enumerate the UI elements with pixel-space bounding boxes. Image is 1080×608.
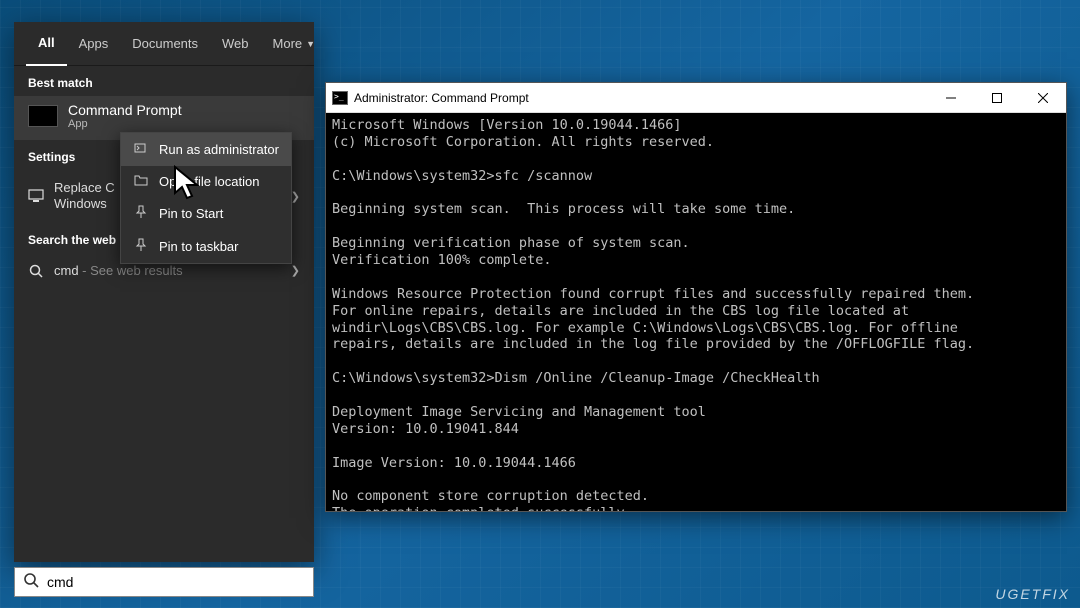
minimize-button[interactable] [928,83,974,113]
best-match-label: Best match [14,66,314,96]
watermark: UGETFIX [995,586,1070,602]
chevron-down-icon: ▼ [306,39,315,49]
best-match-subtitle: App [68,118,182,130]
web-query-text: cmd [54,263,79,278]
command-prompt-icon [332,91,348,105]
maximize-button[interactable] [974,83,1020,113]
tab-documents[interactable]: Documents [120,22,210,66]
search-icon [23,572,39,593]
search-input[interactable] [47,574,305,590]
context-item-label: Pin to Start [159,206,223,221]
command-prompt-window: Administrator: Command Prompt Microsoft … [325,82,1067,512]
command-prompt-icon [28,105,58,127]
cursor-icon [173,165,205,208]
context-pin-taskbar[interactable]: Pin to taskbar [121,230,291,263]
admin-shield-icon [133,141,149,158]
tab-web[interactable]: Web [210,22,261,66]
best-match-title: Command Prompt [68,102,182,118]
folder-icon [133,174,149,189]
search-filter-tabs: All Apps Documents Web More ▼ [14,22,314,66]
search-box[interactable] [14,567,314,597]
close-button[interactable] [1020,83,1066,113]
context-pin-start[interactable]: Pin to Start [121,197,291,230]
search-icon [28,263,44,279]
web-suffix-text: - See web results [79,263,183,278]
tab-more-label: More [273,36,303,51]
start-menu: All Apps Documents Web More ▼ Best match… [14,22,314,562]
chevron-right-icon: ❯ [291,264,300,277]
terminal-output[interactable]: Microsoft Windows [Version 10.0.19044.14… [326,113,1066,511]
context-menu: Run as administrator Open file location … [120,132,292,264]
tab-apps[interactable]: Apps [67,22,121,66]
settings-item-text: Replace CWindows [54,180,115,213]
context-run-as-admin[interactable]: Run as administrator [121,133,291,166]
pin-icon [133,205,149,222]
tab-more[interactable]: More ▼ [261,22,328,66]
pin-icon [133,238,149,255]
window-title: Administrator: Command Prompt [354,91,529,105]
tab-all[interactable]: All [26,22,67,66]
chevron-right-icon: ❯ [291,190,300,203]
context-open-location[interactable]: Open file location [121,166,291,197]
context-item-label: Run as administrator [159,142,279,157]
title-bar[interactable]: Administrator: Command Prompt [326,83,1066,113]
monitor-icon [28,188,44,204]
context-item-label: Pin to taskbar [159,239,239,254]
